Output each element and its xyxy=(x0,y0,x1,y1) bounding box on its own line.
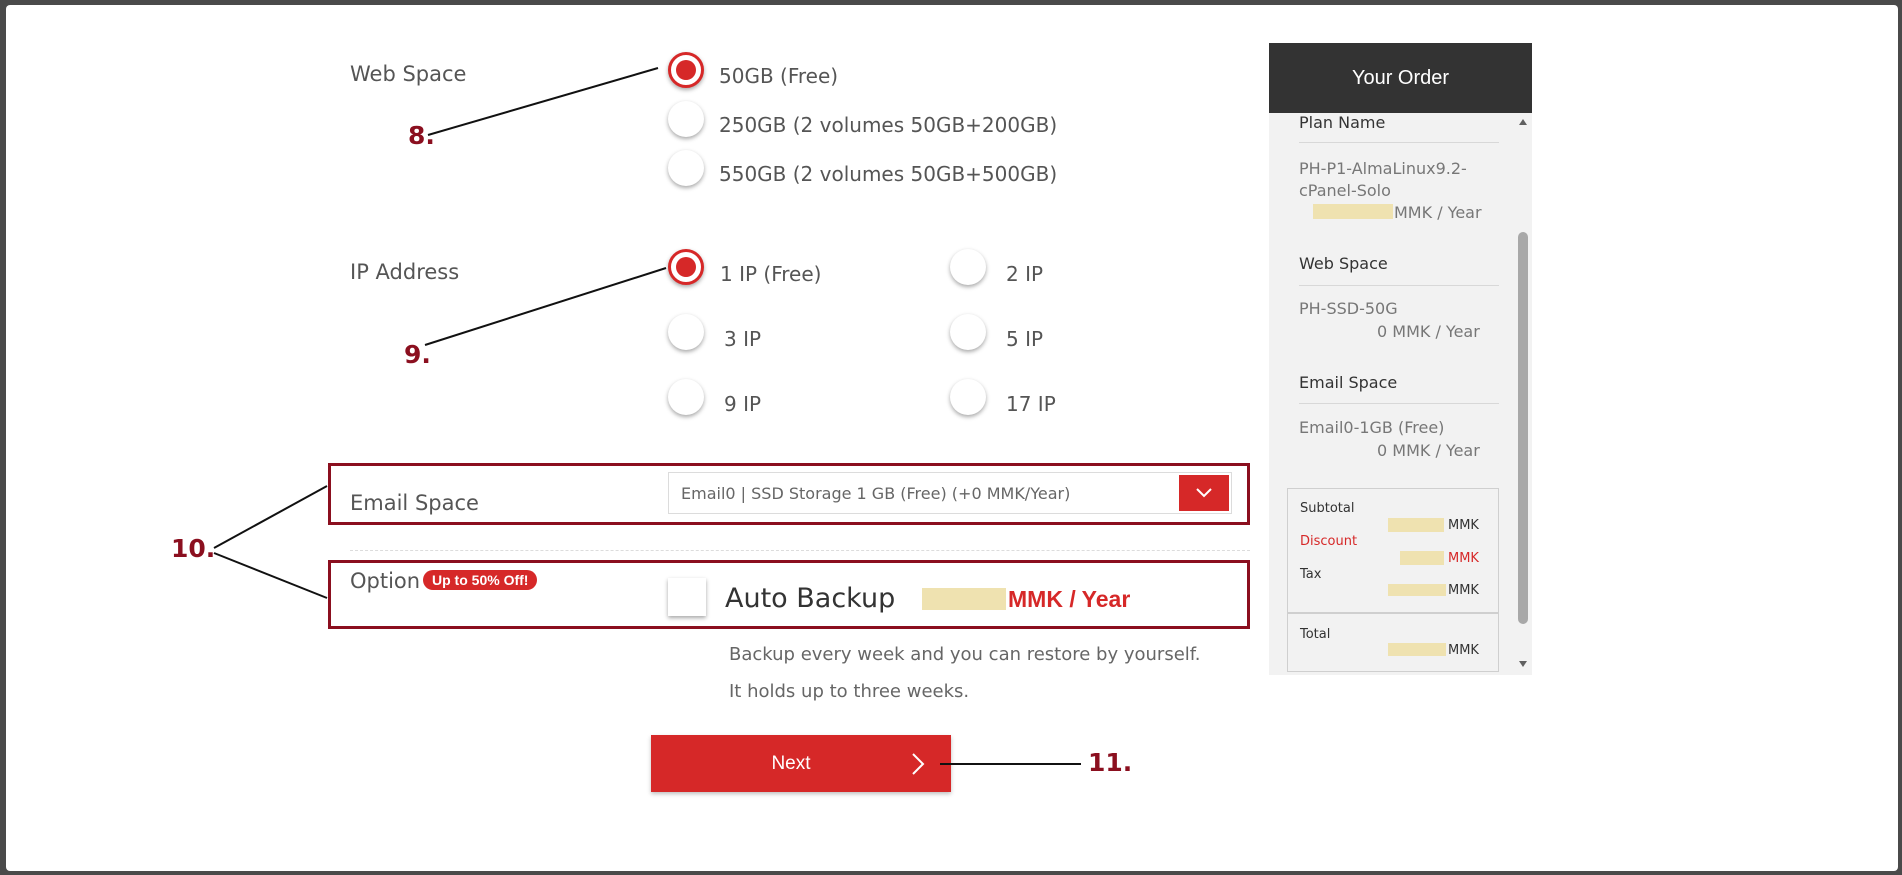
annotation-11: 11. xyxy=(1088,748,1133,777)
discount-value: MMK xyxy=(1448,551,1479,566)
order-total-box: Total MMK xyxy=(1287,612,1499,672)
order-panel-scroll-thumb[interactable] xyxy=(1518,232,1528,624)
tax-value: MMK xyxy=(1448,583,1479,598)
order-panel-title: Your Order xyxy=(1269,43,1532,113)
redacted-discount xyxy=(1400,551,1444,565)
scroll-up-arrow-icon[interactable] xyxy=(1518,117,1528,127)
discount-label: Discount xyxy=(1300,534,1358,549)
total-value: MMK xyxy=(1448,643,1479,658)
redacted-plan-price xyxy=(1313,204,1393,219)
scroll-down-arrow-icon[interactable] xyxy=(1518,659,1528,669)
order-plan-name-line1: PH-P1-AlmaLinux9.2- xyxy=(1299,159,1467,178)
annotation-9: 9. xyxy=(404,340,431,369)
redacted-tax xyxy=(1388,584,1446,596)
annotation-8: 8. xyxy=(408,121,435,150)
divider xyxy=(1299,142,1499,143)
order-web-space-price: 0 MMK / Year xyxy=(1377,322,1480,341)
order-plan-name-line2: cPanel-Solo xyxy=(1299,181,1391,200)
subtotal-label: Subtotal xyxy=(1300,501,1355,516)
annotation-lines xyxy=(213,67,1081,765)
total-label: Total xyxy=(1300,627,1331,642)
redacted-total xyxy=(1388,643,1446,656)
order-plan-price: MMK / Year xyxy=(1394,203,1482,222)
order-email-space-value: Email0-1GB (Free) xyxy=(1299,418,1445,437)
subtotal-value: MMK xyxy=(1448,518,1479,533)
annotation-10: 10. xyxy=(171,534,216,563)
divider xyxy=(1299,403,1499,404)
order-web-space-label: Web Space xyxy=(1299,254,1388,273)
order-plan-name-label: Plan Name xyxy=(1299,113,1386,132)
tax-label: Tax xyxy=(1300,567,1322,582)
divider xyxy=(1299,285,1499,286)
order-email-space-price: 0 MMK / Year xyxy=(1377,441,1480,460)
order-web-space-value: PH-SSD-50G xyxy=(1299,299,1398,318)
order-panel: Plan Name PH-P1-AlmaLinux9.2- cPanel-Sol… xyxy=(1269,113,1532,675)
redacted-subtotal xyxy=(1388,518,1444,532)
order-summary-box: Subtotal MMK Discount MMK Tax MMK xyxy=(1287,488,1499,614)
order-email-space-label: Email Space xyxy=(1299,373,1398,392)
